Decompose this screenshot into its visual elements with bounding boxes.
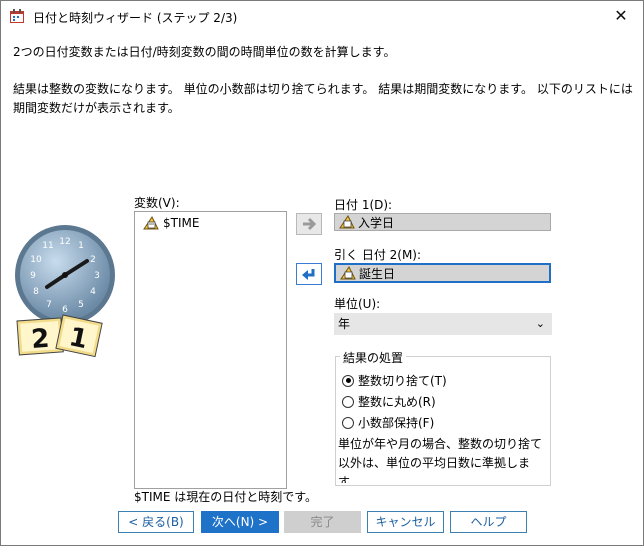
date1-label: 日付 1(D): bbox=[334, 198, 393, 212]
unit-label: 単位(U): bbox=[334, 297, 381, 311]
finish-button[interactable]: 完了 bbox=[284, 511, 361, 533]
svg-text:12: 12 bbox=[59, 237, 70, 247]
svg-text:4: 4 bbox=[90, 287, 96, 297]
date1-value: 入学日 bbox=[358, 215, 395, 230]
cancel-button[interactable]: キャンセル bbox=[367, 511, 444, 533]
radio-icon bbox=[342, 395, 354, 408]
unit-dropdown[interactable]: 年 ⌄ bbox=[334, 313, 552, 335]
svg-text:11: 11 bbox=[42, 241, 53, 251]
description-line1: 2つの日付変数または日付/時刻変数の間の時間単位の数を計算します。 bbox=[13, 45, 396, 59]
wizard-window: 日付と時刻ウィザード (ステップ 2/3) ✕ 2つの日付変数または日付/時刻変… bbox=[0, 0, 644, 546]
left-return-arrow-icon bbox=[302, 269, 315, 280]
date-variable-icon bbox=[339, 215, 355, 229]
svg-text:3: 3 bbox=[94, 271, 100, 281]
back-button[interactable]: < 戻る(B) bbox=[118, 511, 194, 533]
calendar-left-digit: 2 bbox=[30, 324, 50, 355]
close-icon: ✕ bbox=[614, 6, 628, 25]
date2-value: 誕生日 bbox=[359, 266, 396, 281]
date2-field[interactable]: 誕生日 bbox=[334, 263, 551, 283]
radio-round[interactable]: 整数に丸め(R) bbox=[342, 393, 436, 410]
svg-text:8: 8 bbox=[33, 287, 39, 297]
right-arrow-icon bbox=[303, 217, 317, 231]
close-button[interactable]: ✕ bbox=[599, 1, 643, 31]
result-handling-group: 結果の処置 整数切り捨て(T) 整数に丸め(R) 小数部保持(F) 単位が年や月… bbox=[335, 349, 551, 486]
result-note: 単位が年や月の場合、整数の切り捨て以外は、単位の平均日数に準拠します。 bbox=[338, 437, 543, 483]
date1-field[interactable]: 入学日 bbox=[334, 213, 551, 231]
radio-icon bbox=[342, 416, 354, 429]
move-back-from-date2-button[interactable] bbox=[296, 263, 322, 285]
date-variable-icon bbox=[143, 216, 159, 230]
svg-text:1: 1 bbox=[78, 241, 84, 251]
date-variable-icon bbox=[340, 266, 356, 280]
app-icon bbox=[10, 9, 24, 23]
svg-text:7: 7 bbox=[46, 300, 52, 310]
svg-text:6: 6 bbox=[62, 305, 68, 315]
description-line2: 結果は整数の変数になります。 単位の小数部は切り捨てられます。 結果は期間変数に… bbox=[13, 82, 633, 115]
result-group-legend: 結果の処置 bbox=[340, 349, 407, 366]
chevron-down-icon: ⌄ bbox=[535, 317, 545, 330]
window-title: 日付と時刻ウィザード (ステップ 2/3) bbox=[33, 11, 238, 25]
svg-text:9: 9 bbox=[30, 271, 36, 281]
radio-icon bbox=[342, 374, 354, 387]
radio-label: 整数切り捨て(T) bbox=[358, 374, 447, 388]
move-to-date1-button[interactable] bbox=[296, 213, 322, 235]
svg-text:2: 2 bbox=[90, 255, 96, 265]
svg-text:5: 5 bbox=[78, 300, 84, 310]
variable-name: $TIME bbox=[163, 216, 200, 230]
svg-text:10: 10 bbox=[30, 255, 42, 265]
title-bar: 日付と時刻ウィザード (ステップ 2/3) ✕ bbox=[1, 1, 643, 31]
time-footnote: $TIME は現在の日付と時刻です。 bbox=[134, 490, 318, 504]
unit-selected-value: 年 bbox=[338, 317, 351, 331]
date2-label: 引く 日付 2(M): bbox=[334, 248, 422, 262]
help-button[interactable]: ヘルプ bbox=[450, 511, 527, 533]
radio-label: 小数部保持(F) bbox=[358, 416, 435, 430]
radio-label: 整数に丸め(R) bbox=[358, 395, 436, 409]
variables-label: 変数(V): bbox=[134, 196, 180, 210]
next-button[interactable]: 次へ(N) > bbox=[201, 511, 279, 533]
list-item[interactable]: $TIME bbox=[143, 216, 199, 230]
radio-truncate[interactable]: 整数切り捨て(T) bbox=[342, 372, 447, 389]
radio-keep-fraction[interactable]: 小数部保持(F) bbox=[342, 414, 434, 431]
variables-list[interactable]: $TIME bbox=[134, 211, 287, 489]
clock-calendar-illustration: 12 12 345 678 91011 2 1 bbox=[15, 225, 115, 358]
